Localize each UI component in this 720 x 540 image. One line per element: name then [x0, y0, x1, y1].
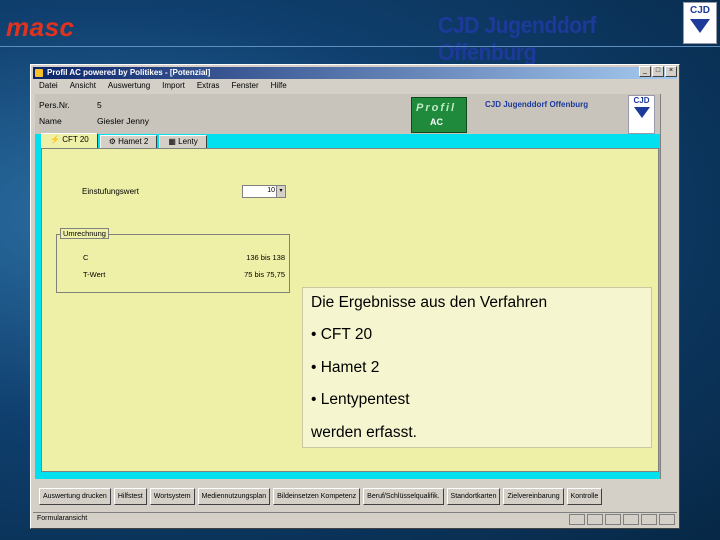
- menu-item-hilfe[interactable]: Hilfe: [271, 80, 287, 92]
- minimize-button[interactable]: _: [639, 66, 651, 77]
- brand-title: CJD Jugenddorf Offenburg: [438, 12, 597, 65]
- t-wert-label: T-Wert: [83, 270, 106, 279]
- tab-strip: ⚡ CFT 20 ⚙ Hamet 2 ▦ Lenty: [41, 133, 207, 148]
- cjd-triangle-icon: [633, 107, 650, 118]
- kontrolle-button[interactable]: Kontrolle: [566, 487, 603, 505]
- beruf-schluesselqualifik-button[interactable]: Beruf/Schlüsselqualifik.: [363, 487, 444, 505]
- cjd-logo-text: CJD: [689, 5, 710, 16]
- close-button[interactable]: ×: [665, 66, 677, 77]
- zielvereinbarung-button[interactable]: Zielvereinbarung: [503, 487, 564, 505]
- umrechnung-title: Umrechnung: [60, 228, 109, 239]
- name-value: Giesler Jenny: [97, 116, 149, 126]
- pers-nr-value: 5: [97, 100, 102, 110]
- window-title: Profil AC powered by Politikes - [Potenz…: [47, 68, 211, 77]
- menu-bar: Datei Ansicht Auswertung Import Extras F…: [33, 80, 677, 92]
- tab-lenty-label: Lenty: [178, 137, 198, 146]
- slide-bullet-hamet2: • Hamet 2: [311, 359, 380, 376]
- bildeinsetzen-kompetenz-button[interactable]: Bildeinsetzen Kompetenz: [273, 487, 361, 505]
- einstufungswert-input[interactable]: 10 ▾: [242, 185, 286, 198]
- t-wert-value: 75 bis 75,75: [244, 270, 285, 279]
- status-cell: [569, 514, 585, 525]
- name-label: Name: [39, 116, 62, 126]
- profil-ac-logo: Profil AC: [411, 97, 467, 133]
- menu-item-import[interactable]: Import: [162, 80, 185, 92]
- profil-logo-text: Profil: [416, 102, 457, 114]
- slide-outro: werden erfasst.: [311, 424, 417, 441]
- slide-bullet-cft20: • CFT 20: [311, 326, 373, 343]
- tab-lenty[interactable]: ▦ Lenty: [159, 135, 207, 148]
- menu-item-ansicht[interactable]: Ansicht: [70, 80, 96, 92]
- wortsystem-button[interactable]: Wortsystem: [149, 487, 195, 505]
- status-cell: [587, 514, 603, 525]
- cjd-small-logo: CJD: [628, 95, 655, 134]
- pers-nr-label: Pers.Nr.: [39, 100, 70, 110]
- bottom-button-bar: Auswertung drucken Hilfstest Wortsystem …: [35, 485, 664, 507]
- vertical-scrollbar[interactable]: [660, 94, 674, 479]
- einstufungswert-label: Einstufungswert: [82, 187, 139, 196]
- profil-logo-sub: AC: [430, 117, 443, 127]
- app-icon: [35, 69, 43, 77]
- header-divider: [0, 46, 720, 47]
- hilfstest-button[interactable]: Hilfstest: [113, 487, 147, 505]
- slide-text-box: Die Ergebnisse aus den Verfahren • CFT 2…: [302, 287, 652, 448]
- menu-item-auswertung[interactable]: Auswertung: [108, 80, 150, 92]
- status-bar: Formularansicht: [33, 512, 677, 525]
- mediennutzungsplan-button[interactable]: Mediennutzungsplan: [197, 487, 271, 505]
- menu-item-datei[interactable]: Datei: [39, 80, 58, 92]
- slide-bullet-lentypentest: • Lentypentest: [311, 391, 410, 408]
- cjd-header-text: CJD Jugenddorf Offenburg: [485, 100, 589, 109]
- tab-hamet2[interactable]: ⚙ Hamet 2: [99, 135, 158, 148]
- c-label: C: [83, 253, 89, 262]
- umrechnung-group: Umrechnung C 136 bis 138 T-Wert 75 bis 7…: [56, 228, 290, 293]
- slide-intro: Die Ergebnisse aus den Verfahren: [311, 294, 548, 311]
- window-titlebar[interactable]: Profil AC powered by Politikes - [Potenz…: [33, 67, 677, 79]
- menu-item-extras[interactable]: Extras: [197, 80, 220, 92]
- status-cell: [605, 514, 621, 525]
- cjd-logo: CJD: [683, 2, 717, 44]
- status-cell: [659, 514, 675, 525]
- gear-icon: ⚙: [108, 137, 116, 146]
- cjd-small-logo-text: CJD: [633, 96, 650, 105]
- auswertung-drucken-button[interactable]: Auswertung drucken: [39, 487, 111, 505]
- status-cell: [641, 514, 657, 525]
- status-text: Formularansicht: [37, 515, 88, 522]
- masc-logo: masc: [6, 12, 75, 42]
- lightning-icon: ⚡: [50, 135, 60, 144]
- menu-item-fenster[interactable]: Fenster: [232, 80, 259, 92]
- tab-cft20[interactable]: ⚡ CFT 20: [41, 133, 98, 148]
- tab-hamet2-label: Hamet 2: [118, 137, 149, 146]
- standortkarten-button[interactable]: Standortkarten: [446, 487, 501, 505]
- tab-cft20-label: CFT 20: [62, 135, 89, 144]
- cjd-logo-triangle-icon: [690, 19, 710, 33]
- spin-arrow-icon[interactable]: ▾: [276, 186, 285, 197]
- einstufungswert-value: 10: [267, 187, 275, 194]
- grid-icon: ▦: [168, 137, 176, 146]
- status-cell: [623, 514, 639, 525]
- maximize-button[interactable]: □: [652, 66, 664, 77]
- c-value: 136 bis 138: [246, 253, 285, 262]
- record-header: Pers.Nr. 5 Name Giesler Jenny Profil AC …: [35, 94, 660, 134]
